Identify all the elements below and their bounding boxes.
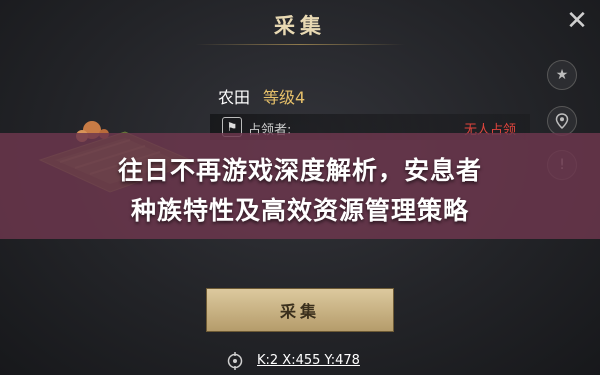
farm-name: 农田 — [218, 88, 251, 107]
coordinates-link[interactable]: K:2 X:455 Y:478 — [257, 353, 360, 368]
banner-line-2: 种族特性及高效资源管理策略 — [130, 196, 469, 225]
close-icon[interactable]: ✕ — [562, 6, 592, 36]
location-pin-icon[interactable] — [547, 106, 577, 136]
banner-line-1: 往日不再游戏深度解析，安息者 — [117, 156, 482, 185]
star-icon[interactable]: ★ — [547, 60, 577, 90]
page-title: 采集 — [274, 13, 326, 38]
title-divider — [195, 44, 405, 45]
farm-level: 等级4 — [263, 88, 306, 107]
title-banner: 往日不再游戏深度解析，安息者 种族特性及高效资源管理策略 — [0, 133, 600, 239]
collect-button[interactable]: 采集 — [206, 288, 394, 332]
coordinate-icon — [227, 352, 243, 370]
